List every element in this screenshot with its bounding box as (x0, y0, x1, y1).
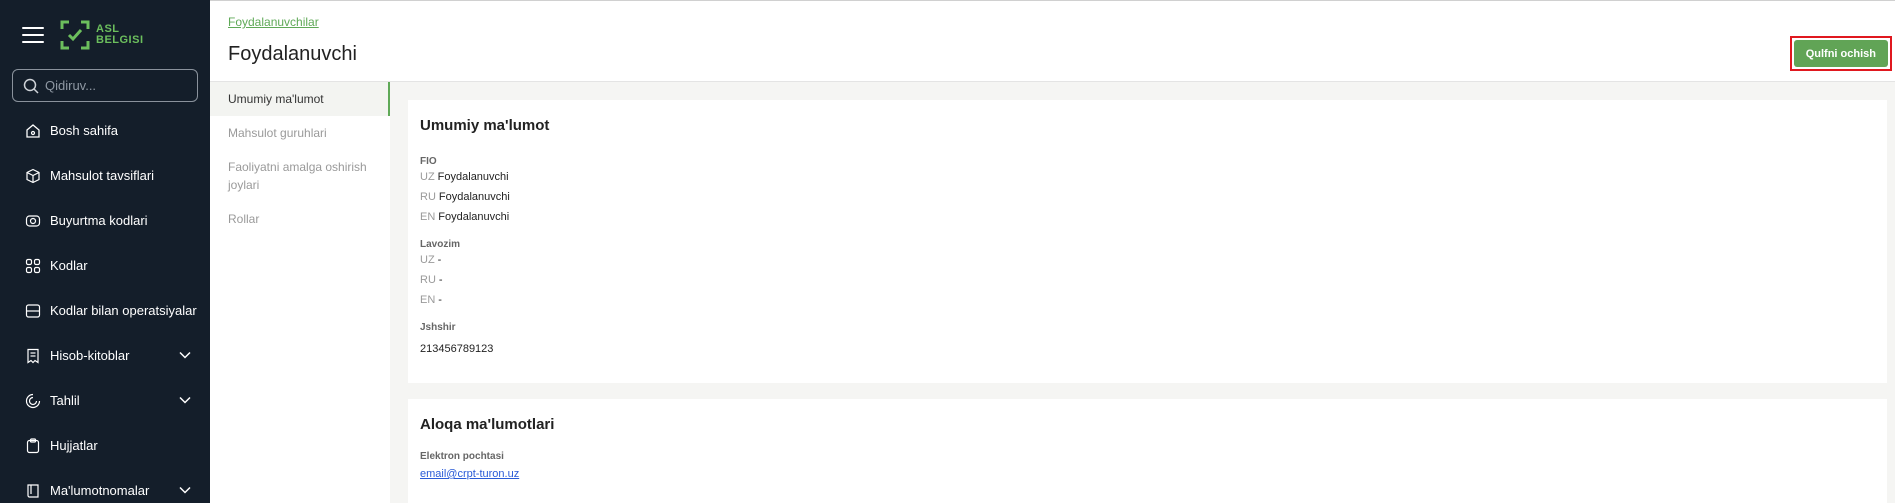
jshshir-value: 213456789123 (420, 343, 494, 355)
sidebar-item-label: Bosh sahifa (50, 123, 118, 138)
reference-book-icon (24, 482, 42, 500)
position-en-row: EN - (420, 290, 1875, 310)
unlock-button-highlight: Qulfni ochish (1789, 36, 1892, 71)
chevron-down-icon[interactable] (178, 393, 192, 407)
fio-en-value: Foydalanuvchi (438, 211, 510, 223)
sidebar-item-references[interactable]: Ma'lumotnomalar (0, 468, 210, 503)
search-input[interactable] (45, 78, 185, 93)
lang-code-uz: UZ (420, 171, 435, 183)
tab-activity-places[interactable]: Faoliyatni amalga oshirish joylari (210, 150, 390, 202)
order-code-icon (24, 212, 42, 230)
sidebar-item-label: Mahsulot tavsiflari (50, 168, 155, 183)
contact-info-title: Aloqa ma'lumotlari (420, 416, 555, 433)
position-uz-value: - (437, 254, 442, 266)
chevron-down-icon[interactable] (178, 348, 192, 362)
logo-mark-icon (60, 20, 90, 50)
breadcrumb-users-link[interactable]: Foydalanuvchilar (228, 15, 319, 29)
codes-icon (24, 257, 42, 275)
sidebar-item-label: Tahlil (50, 393, 80, 408)
lang-code-en: EN (420, 294, 436, 306)
sidebar-item-products[interactable]: Mahsulot tavsiflari (0, 153, 210, 198)
sidebar-item-home[interactable]: Bosh sahifa (0, 108, 210, 153)
logo[interactable]: ASL BELGISI (60, 20, 144, 50)
sidebar-item-order-codes[interactable]: Buyurtma kodlari (0, 198, 210, 243)
lang-code-ru: RU (420, 191, 436, 203)
position-uz-row: UZ - (420, 250, 1875, 270)
sidebar-item-analytics[interactable]: Tahlil (0, 378, 210, 423)
tab-general-info[interactable]: Umumiy ma'lumot (210, 82, 390, 116)
jshshir-label: Jshshir (420, 322, 456, 333)
cube-icon (24, 167, 42, 185)
fio-en-row: EN Foydalanuvchi (420, 207, 1875, 227)
unlock-button[interactable]: Qulfni ochish (1793, 40, 1888, 67)
search-box[interactable] (12, 69, 198, 102)
lang-code-en: EN (420, 211, 436, 223)
sidebar-item-documents[interactable]: Hujjatlar (0, 423, 210, 468)
home-icon (24, 122, 42, 140)
tab-roles[interactable]: Rollar (210, 202, 390, 236)
fio-ru-value: Foydalanuvchi (438, 191, 510, 203)
position-label: Lavozim (420, 239, 461, 250)
logo-text: ASL BELGISI (96, 24, 144, 46)
position-en-value: - (438, 294, 442, 306)
sidebar-item-codes[interactable]: Kodlar (0, 243, 210, 288)
fio-label: FIO (420, 156, 437, 167)
email-label: Elektron pochtasi (420, 451, 504, 462)
section-nav: Umumiy ma'lumot Mahsulot guruhlari Faoli… (210, 82, 390, 503)
logo-row: ASL BELGISI (0, 0, 210, 70)
sidebar-nav: Bosh sahifa Mahsulot tavsiflari Buyurtma… (0, 108, 210, 503)
fio-ru-row: RU Foydalanuvchi (420, 187, 1875, 207)
sidebar: ASL BELGISI Bosh sahifa Mahsulot tavsifl… (0, 0, 210, 503)
sidebar-item-operations[interactable]: Kodlar bilan operatsiyalar (0, 288, 210, 333)
sidebar-item-label: Ma'lumotnomalar (50, 483, 150, 498)
general-info-card: Umumiy ma'lumot FIO UZ Foydalanuvchi RU Fo… (408, 100, 1887, 383)
sidebar-item-label: Buyurtma kodlari (50, 213, 148, 228)
search-icon (23, 78, 39, 94)
sidebar-item-label: Hujjatlar (50, 438, 98, 453)
fio-uz-row: UZ Foydalanuvchi (420, 167, 1875, 187)
page-title: Foydalanuvchi (228, 43, 357, 65)
tab-product-groups[interactable]: Mahsulot guruhlari (210, 116, 390, 150)
reports-icon (24, 347, 42, 365)
page-header: Foydalanuvchilar Foydalanuvchi Qulfni oc… (210, 0, 1895, 82)
sidebar-item-label: Kodlar (50, 258, 88, 273)
sidebar-item-label: Kodlar bilan operatsiyalar (50, 303, 197, 318)
email-link[interactable]: email@crpt-turon.uz (420, 468, 1875, 480)
position-ru-value: - (438, 274, 443, 286)
lang-code-uz: UZ (420, 254, 435, 266)
lang-code-ru: RU (420, 274, 436, 286)
logo-line2: BELGISI (96, 34, 144, 46)
analytics-icon (24, 392, 42, 410)
operations-icon (24, 302, 42, 320)
sidebar-item-label: Hisob-kitoblar (50, 348, 130, 363)
chevron-down-icon[interactable] (178, 483, 192, 497)
documents-icon (24, 437, 42, 455)
position-ru-row: RU - (420, 270, 1875, 290)
fio-uz-value: Foydalanuvchi (437, 171, 509, 183)
sidebar-item-reports[interactable]: Hisob-kitoblar (0, 333, 210, 378)
general-info-title: Umumiy ma'lumot (420, 117, 550, 134)
contact-info-card: Aloqa ma'lumotlari Elektron pochtasi ema… (408, 399, 1887, 503)
menu-icon[interactable] (22, 27, 44, 43)
